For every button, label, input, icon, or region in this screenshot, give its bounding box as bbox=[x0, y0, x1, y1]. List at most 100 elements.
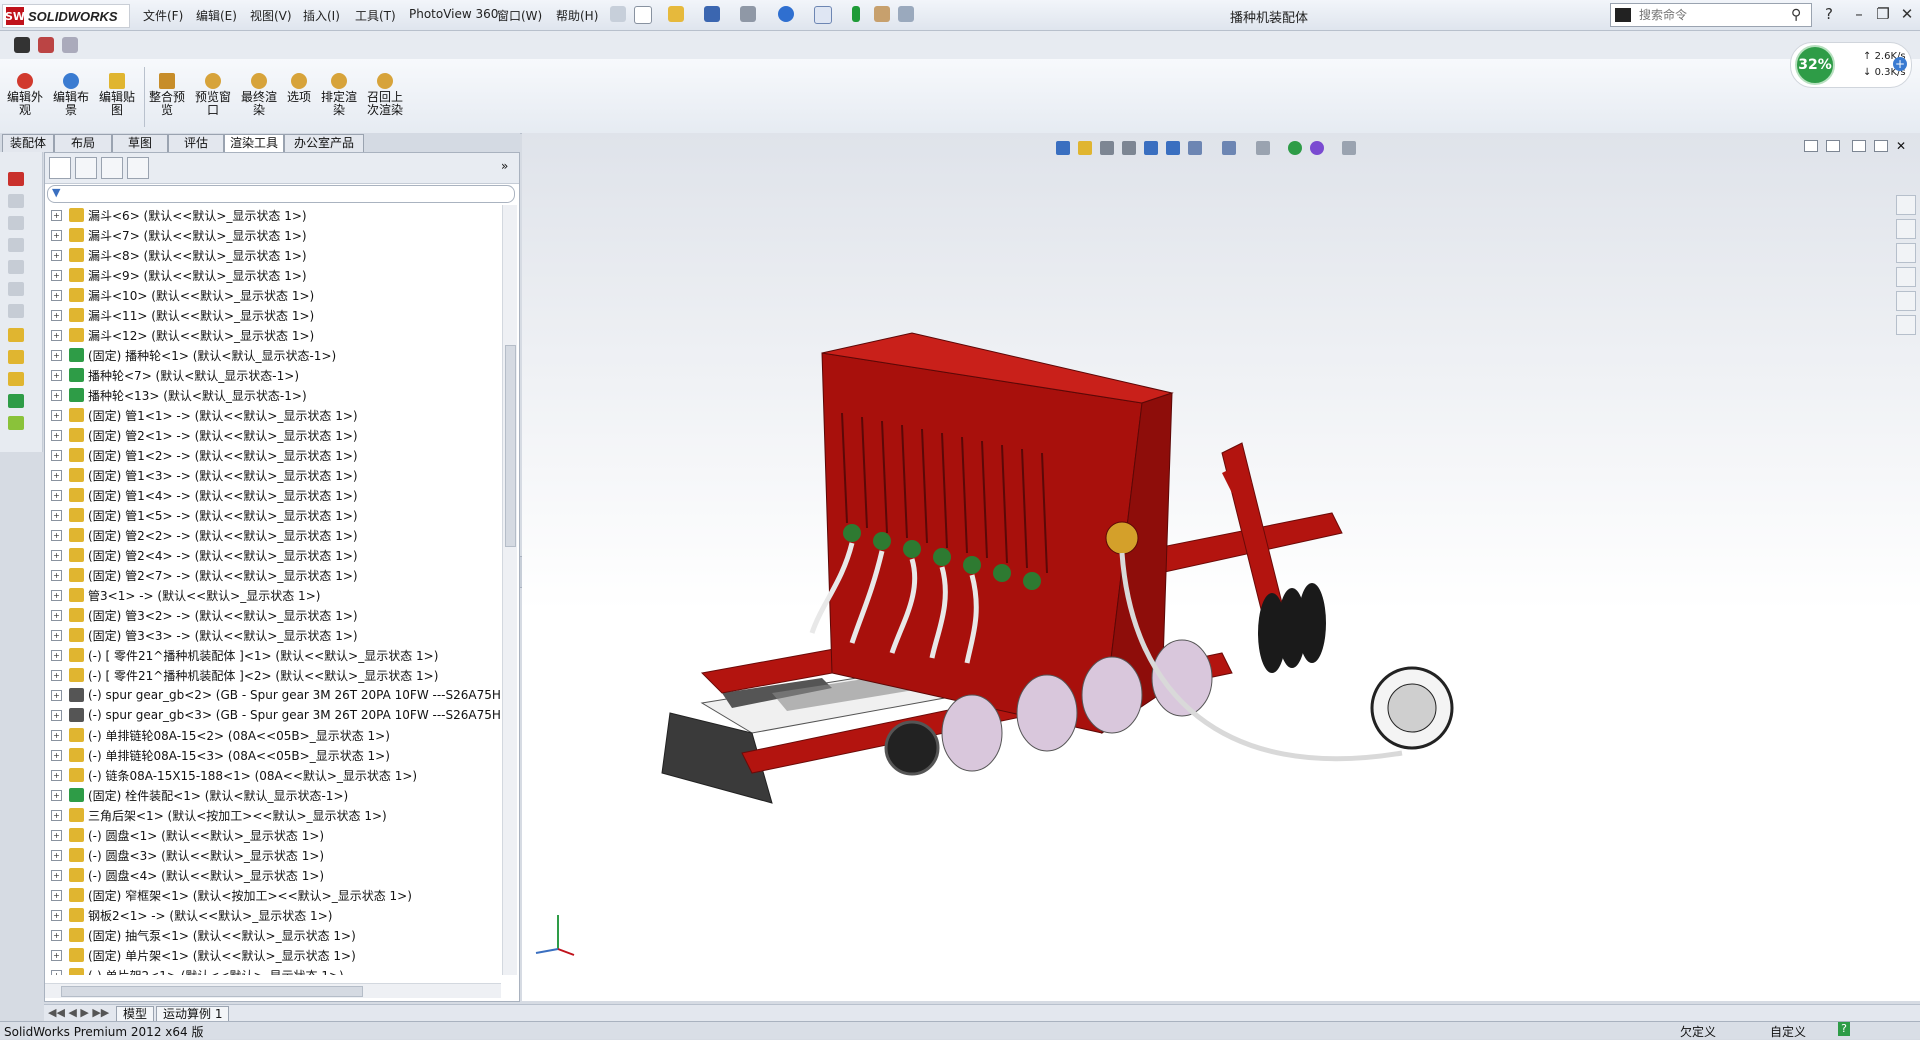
expand-toggle-icon[interactable]: + bbox=[51, 589, 62, 601]
tree-horizontal-scrollbar[interactable] bbox=[45, 983, 501, 998]
scroll-thumb[interactable] bbox=[61, 986, 363, 997]
tree-node[interactable]: + 管3<1> -> (默认<<默认>_显示状态 1>) bbox=[45, 585, 501, 605]
viewport-split-icon[interactable] bbox=[1826, 140, 1840, 152]
expand-toggle-icon[interactable]: + bbox=[51, 969, 62, 975]
tool-icon-10[interactable] bbox=[8, 372, 24, 386]
menu-insert[interactable]: 插入(I) bbox=[303, 7, 340, 24]
expand-toggle-icon[interactable]: + bbox=[51, 789, 62, 801]
expand-panel-icon[interactable]: » bbox=[501, 159, 508, 173]
tree-node[interactable]: + (固定) 管2<2> -> (默认<<默认>_显示状态 1>) bbox=[45, 525, 501, 545]
status-units[interactable]: 自定义 bbox=[1770, 1023, 1806, 1040]
tool-icon-7[interactable] bbox=[8, 304, 24, 318]
select-cursor-icon[interactable] bbox=[814, 6, 832, 24]
menu-tools[interactable]: 工具(T) bbox=[355, 7, 396, 24]
expand-toggle-icon[interactable]: + bbox=[51, 269, 62, 281]
new-document-icon[interactable] bbox=[634, 6, 652, 24]
3d-sketch-icon[interactable] bbox=[8, 172, 24, 186]
tree-node[interactable]: + (固定) 管1<3> -> (默认<<默认>_显示状态 1>) bbox=[45, 465, 501, 485]
tree-node[interactable]: + 漏斗<11> (默认<<默认>_显示状态 1>) bbox=[45, 305, 501, 325]
tree-node[interactable]: + 播种轮<13> (默认<默认_显示状态-1>) bbox=[45, 385, 501, 405]
expand-toggle-icon[interactable]: + bbox=[51, 889, 62, 901]
expand-toggle-icon[interactable]: + bbox=[51, 229, 62, 241]
tree-node[interactable]: + 漏斗<6> (默认<<默认>_显示状态 1>) bbox=[45, 205, 501, 225]
tab-office-products[interactable]: 办公室产品 bbox=[284, 134, 364, 152]
expand-toggle-icon[interactable]: + bbox=[51, 489, 62, 501]
tree-node[interactable]: + (固定) 管1<5> -> (默认<<默认>_显示状态 1>) bbox=[45, 505, 501, 525]
tool-icon-9[interactable] bbox=[8, 350, 24, 364]
config-manager-tab-icon[interactable] bbox=[101, 157, 123, 179]
tool-icon-12[interactable] bbox=[8, 416, 24, 430]
tree-node[interactable]: + (-) spur gear_gb<3> (GB - Spur gear 3M … bbox=[45, 705, 501, 725]
tree-node[interactable]: + (固定) 管2<4> -> (默认<<默认>_显示状态 1>) bbox=[45, 545, 501, 565]
render-settings-icon[interactable] bbox=[62, 37, 78, 53]
expand-toggle-icon[interactable]: + bbox=[51, 909, 62, 921]
appearances-icon[interactable] bbox=[1896, 291, 1916, 311]
zoom-in-icon[interactable] bbox=[1100, 141, 1114, 155]
tree-node[interactable]: + (固定) 管1<1> -> (默认<<默认>_显示状态 1>) bbox=[45, 405, 501, 425]
file-properties-icon[interactable] bbox=[874, 6, 890, 22]
menu-photoview[interactable]: PhotoView 360 bbox=[409, 7, 498, 21]
expand-toggle-icon[interactable]: + bbox=[51, 549, 62, 561]
expand-toggle-icon[interactable]: + bbox=[51, 629, 62, 641]
display-style-icon[interactable] bbox=[1222, 141, 1236, 155]
tree-node[interactable]: + 漏斗<9> (默认<<默认>_显示状态 1>) bbox=[45, 265, 501, 285]
edit-decal-button[interactable]: 编辑贴图 bbox=[96, 73, 138, 117]
tree-node[interactable]: + (固定) 管1<4> -> (默认<<默认>_显示状态 1>) bbox=[45, 485, 501, 505]
view-palette-icon[interactable] bbox=[1896, 267, 1916, 287]
search-box[interactable]: ⚲ bbox=[1610, 3, 1812, 27]
tree-node[interactable]: + (-) [ 零件21^播种机装配体 ]<1> (默认<<默认>_显示状态 1>… bbox=[45, 645, 501, 665]
zoom-selection-icon[interactable] bbox=[1122, 141, 1136, 155]
expand-toggle-icon[interactable]: + bbox=[51, 669, 62, 681]
hide-show-icon[interactable] bbox=[1256, 141, 1270, 155]
menu-window[interactable]: 窗口(W) bbox=[497, 7, 542, 24]
menu-file[interactable]: 文件(F) bbox=[143, 7, 183, 24]
design-library-icon[interactable] bbox=[1896, 219, 1916, 239]
viewport-tile-icon[interactable] bbox=[1804, 140, 1818, 152]
expand-toggle-icon[interactable]: + bbox=[51, 949, 62, 961]
expand-toggle-icon[interactable]: + bbox=[51, 449, 62, 461]
previous-view-icon[interactable] bbox=[1144, 141, 1158, 155]
view-settings-icon[interactable] bbox=[1342, 141, 1356, 155]
close-button[interactable]: ✕ bbox=[1896, 4, 1918, 24]
options-button[interactable]: 选项 bbox=[278, 73, 320, 104]
tool-icon-11[interactable] bbox=[8, 394, 24, 408]
expand-toggle-icon[interactable]: + bbox=[51, 349, 62, 361]
viewport-restore-icon[interactable] bbox=[1874, 140, 1888, 152]
expand-toggle-icon[interactable]: + bbox=[51, 709, 62, 721]
tree-node[interactable]: + (固定) 管3<2> -> (默认<<默认>_显示状态 1>) bbox=[45, 605, 501, 625]
scroll-thumb[interactable] bbox=[505, 345, 516, 547]
expand-toggle-icon[interactable]: + bbox=[51, 869, 62, 881]
expand-toggle-icon[interactable]: + bbox=[51, 209, 62, 221]
tree-node[interactable]: + (固定) 单片架<1> (默认<<默认>_显示状态 1>) bbox=[45, 945, 501, 965]
tree-node[interactable]: + (固定) 栓件装配<1> (默认<默认_显示状态-1>) bbox=[45, 785, 501, 805]
tree-node[interactable]: + 漏斗<7> (默认<<默认>_显示状态 1>) bbox=[45, 225, 501, 245]
tree-node[interactable]: + (-) 圆盘<4> (默认<<默认>_显示状态 1>) bbox=[45, 865, 501, 885]
print-icon[interactable] bbox=[740, 6, 756, 22]
tree-filter[interactable]: ▼ bbox=[47, 185, 515, 203]
pin-icon[interactable] bbox=[610, 6, 626, 22]
rebuild-icon[interactable] bbox=[852, 6, 860, 22]
help-status-icon[interactable]: ? bbox=[1838, 1022, 1850, 1036]
tool-icon-5[interactable] bbox=[8, 260, 24, 274]
tool-icon-6[interactable] bbox=[8, 282, 24, 296]
tab-nav-arrows-icon[interactable]: ◀◀ ◀ ▶ ▶▶ bbox=[48, 1006, 109, 1019]
restore-button[interactable]: ❐ bbox=[1872, 4, 1894, 24]
edit-appearance-button[interactable]: 编辑外观 bbox=[4, 73, 46, 117]
tree-node[interactable]: + (固定) 管3<3> -> (默认<<默认>_显示状态 1>) bbox=[45, 625, 501, 645]
open-folder-icon[interactable] bbox=[668, 6, 684, 22]
tool-icon-8[interactable] bbox=[8, 328, 24, 342]
tree-node[interactable]: + 三角后架<1> (默认<按加工><<默认>_显示状态 1>) bbox=[45, 805, 501, 825]
tool-icon-4[interactable] bbox=[8, 238, 24, 252]
expand-toggle-icon[interactable]: + bbox=[51, 809, 62, 821]
minimize-button[interactable]: – bbox=[1848, 4, 1870, 24]
expand-toggle-icon[interactable]: + bbox=[51, 829, 62, 841]
schedule-render-button[interactable]: 排定渲染 bbox=[318, 73, 360, 117]
expand-toggle-icon[interactable]: + bbox=[51, 289, 62, 301]
home-icon[interactable] bbox=[1896, 195, 1916, 215]
feature-tree-tab-icon[interactable] bbox=[49, 157, 71, 179]
expand-toggle-icon[interactable]: + bbox=[51, 329, 62, 341]
property-manager-tab-icon[interactable] bbox=[75, 157, 97, 179]
tree-node[interactable]: + (固定) 管2<1> -> (默认<<默认>_显示状态 1>) bbox=[45, 425, 501, 445]
tree-node[interactable]: + 漏斗<8> (默认<<默认>_显示状态 1>) bbox=[45, 245, 501, 265]
undo-icon[interactable] bbox=[778, 6, 794, 22]
